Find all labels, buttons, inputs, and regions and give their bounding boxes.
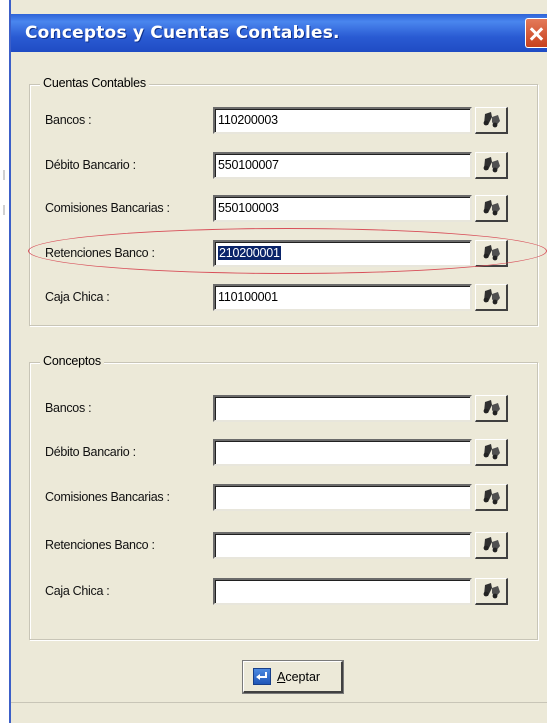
lookup-button[interactable]	[475, 439, 508, 466]
concept-row-retenciones: Retenciones Banco :	[30, 532, 539, 560]
account-row-debito: Débito Bancario : 550100007	[30, 152, 539, 180]
lookup-button[interactable]	[475, 578, 508, 605]
concept-row-debito: Débito Bancario :	[30, 439, 539, 467]
accept-button[interactable]: Aceptar	[242, 660, 344, 694]
field-label: Caja Chica :	[45, 584, 110, 598]
edge-mark	[3, 205, 5, 215]
binoculars-icon	[483, 245, 500, 261]
lookup-button[interactable]	[475, 484, 508, 511]
binoculars-icon	[483, 400, 500, 416]
binoculars-icon	[483, 157, 500, 173]
title-bar[interactable]: Conceptos y Cuentas Contables.	[11, 14, 547, 52]
concept-retenciones-input[interactable]	[213, 532, 472, 559]
account-caja-input[interactable]: 110100001	[213, 284, 472, 311]
field-label: Bancos :	[45, 401, 92, 415]
account-retenciones-input[interactable]: 210200001	[213, 240, 472, 267]
account-bancos-input[interactable]: 110200003	[213, 107, 472, 134]
binoculars-icon	[483, 583, 500, 599]
lookup-button[interactable]	[475, 240, 508, 267]
edge-mark	[3, 170, 5, 180]
accounts-group-title: Cuentas Contables	[40, 76, 149, 90]
concept-row-comisiones: Comisiones Bancarias :	[30, 484, 539, 512]
field-label: Comisiones Bancarias :	[45, 201, 170, 215]
accept-label-rest: ceptar	[285, 670, 321, 684]
account-row-bancos: Bancos : 110200003	[30, 107, 539, 135]
lookup-button[interactable]	[475, 152, 508, 179]
lookup-button[interactable]	[475, 107, 508, 134]
field-label: Comisiones Bancarias :	[45, 490, 170, 504]
lookup-button[interactable]	[475, 284, 508, 311]
account-row-retenciones: Retenciones Banco : 210200001	[30, 240, 539, 268]
concept-comisiones-input[interactable]	[213, 484, 472, 511]
field-label: Caja Chica :	[45, 290, 110, 304]
concepts-group: Conceptos Bancos : Débito Bancario : Com…	[29, 354, 539, 640]
accounts-group: Cuentas Contables Bancos : 110200003 Déb…	[29, 76, 539, 326]
concept-bancos-input[interactable]	[213, 395, 472, 422]
dialog-window: Conceptos y Cuentas Contables. Cuentas C…	[9, 0, 547, 723]
window-title: Conceptos y Cuentas Contables.	[25, 23, 340, 43]
binoculars-icon	[483, 489, 500, 505]
concept-row-bancos: Bancos :	[30, 395, 539, 423]
field-label: Retenciones Banco :	[45, 246, 155, 260]
field-label: Retenciones Banco :	[45, 538, 155, 552]
background-left-edge	[0, 0, 9, 723]
field-label: Débito Bancario :	[45, 158, 136, 172]
binoculars-icon	[483, 112, 500, 128]
selected-text: 210200001	[218, 246, 281, 260]
binoculars-icon	[483, 289, 500, 305]
concept-row-caja: Caja Chica :	[30, 578, 539, 606]
field-label: Bancos :	[45, 113, 92, 127]
divider	[11, 702, 547, 703]
lookup-button[interactable]	[475, 532, 508, 559]
enter-arrow-icon	[253, 668, 271, 685]
account-comisiones-input[interactable]: 550100003	[213, 195, 472, 222]
lookup-button[interactable]	[475, 195, 508, 222]
account-debito-input[interactable]: 550100007	[213, 152, 472, 179]
lookup-button[interactable]	[475, 395, 508, 422]
concepts-group-title: Conceptos	[40, 354, 104, 368]
concept-debito-input[interactable]	[213, 439, 472, 466]
concept-caja-input[interactable]	[213, 578, 472, 605]
account-row-caja: Caja Chica : 110100001	[30, 284, 539, 312]
binoculars-icon	[483, 444, 500, 460]
accept-button-label: Aceptar	[277, 670, 320, 684]
field-label: Débito Bancario :	[45, 445, 136, 459]
close-button[interactable]	[525, 18, 547, 48]
account-row-comisiones: Comisiones Bancarias : 550100003	[30, 195, 539, 223]
binoculars-icon	[483, 537, 500, 553]
binoculars-icon	[483, 200, 500, 216]
